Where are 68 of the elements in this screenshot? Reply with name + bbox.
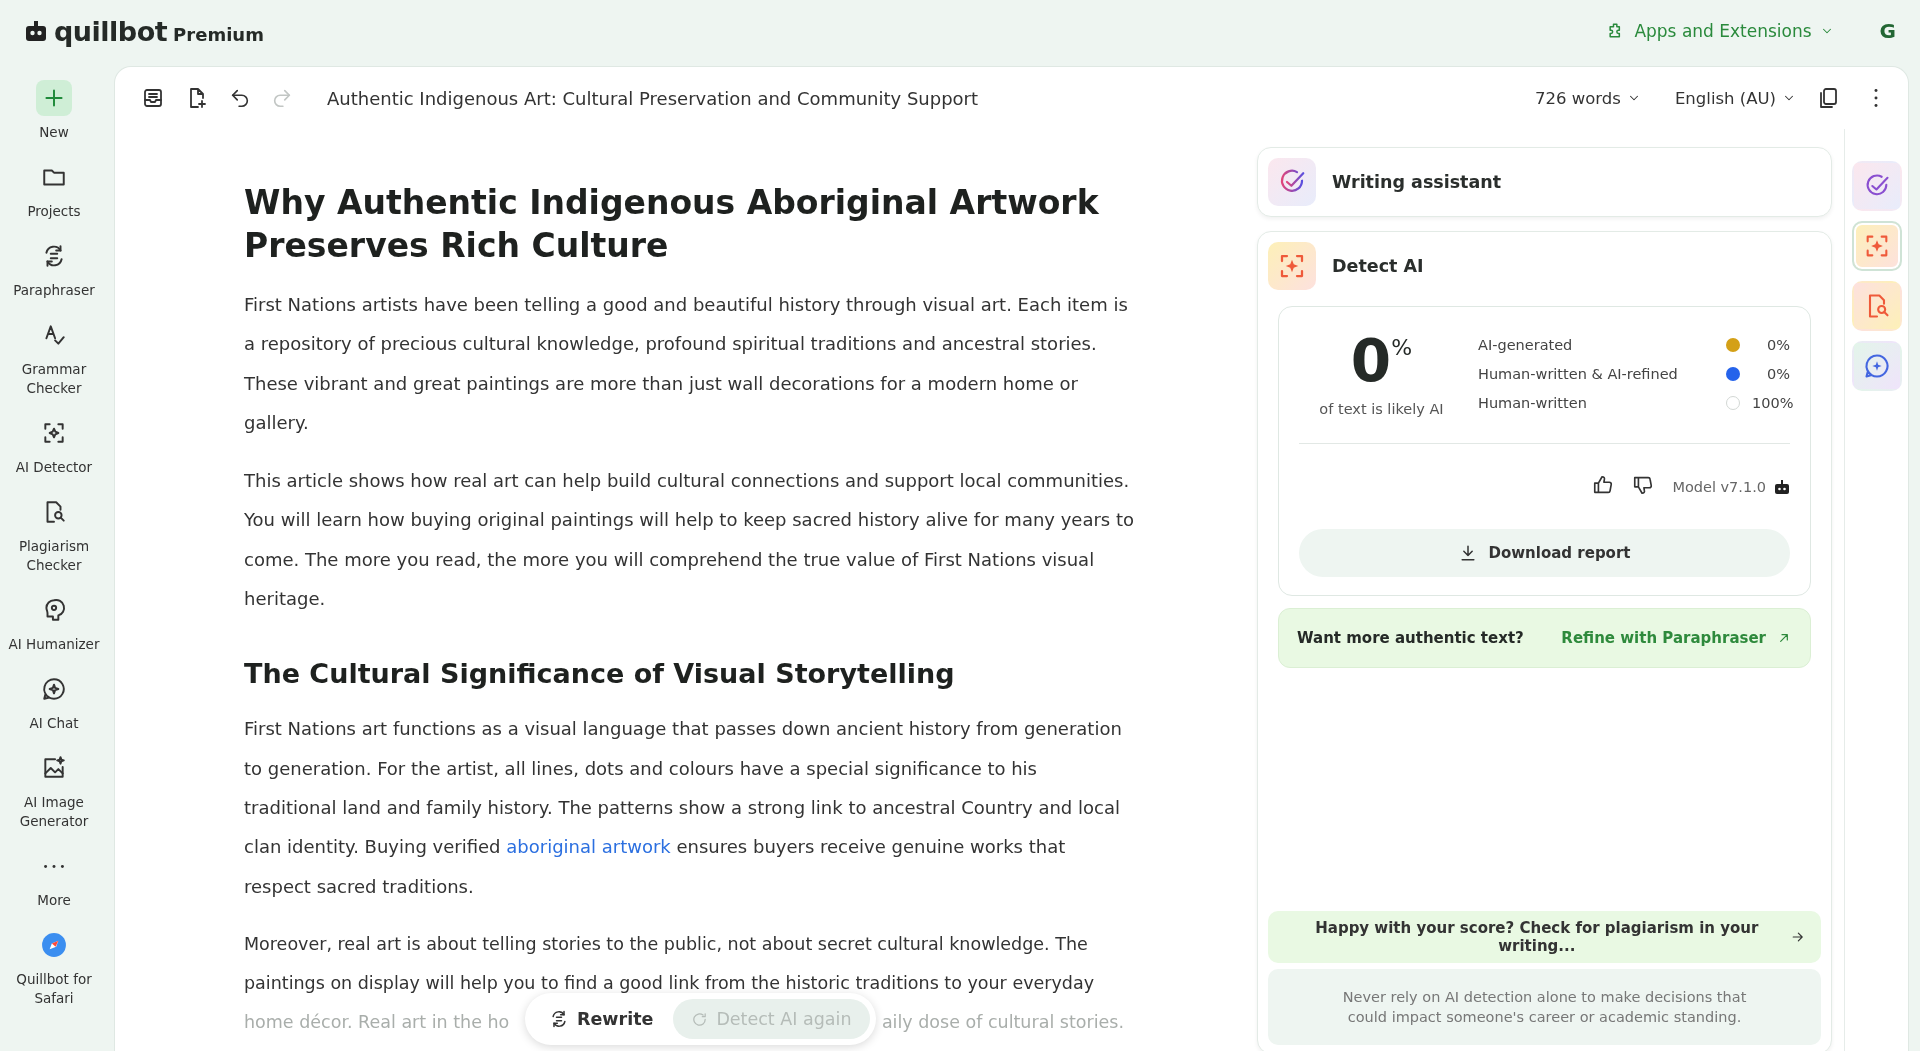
redo-icon (271, 87, 293, 109)
refine-link[interactable]: Refine with Paraphraser (1561, 629, 1792, 647)
kebab-menu-icon (1874, 89, 1878, 107)
article-heading: Why Authentic Indigenous Aboriginal Artwork Preserves Rich Culture (244, 182, 1100, 267)
sidebar-item[interactable]: Projects (2, 159, 106, 221)
sidebar-item[interactable]: AI Image Generator (2, 750, 106, 831)
thumbs-up-icon (1592, 474, 1615, 496)
cycle-arrows-icon (549, 1009, 569, 1029)
document-title: Authentic Indigenous Art: Cultural Preservation and Community Support (327, 87, 979, 109)
brand-name: quillbot (54, 15, 168, 47)
archive-button[interactable] (141, 86, 165, 110)
sidebar-item[interactable]: AI Chat (2, 671, 106, 733)
more-icon (44, 863, 64, 869)
download-report-button[interactable]: Download report (1299, 529, 1790, 577)
undo-button[interactable] (229, 87, 251, 109)
paragraph: First Nations art functions as a visual language that passes down ancient history from generation to generation. For the artist, all lines, dots and colours have a special significance to his traditional land and family history. The patterns show a strong link to ancestral Country and local clan identity. Buying verified aboriginal artwork ensures buyers receive genuine works that respect sacred traditions. (244, 717, 1123, 899)
sidebar-item[interactable]: Quillbot for Safari (2, 927, 106, 1008)
plagiarism-check-banner[interactable]: Happy with your score? Check for plagiarism in your writing... (1268, 911, 1821, 963)
model-version: Model v7.1.0 (1672, 478, 1766, 495)
chat-sparkle-icon (1862, 352, 1891, 380)
paragraph: First Nations artists have been telling a good and beautiful history through visual art. Each item is a repository of precious cultural knowledge, profound spiritual traditions and ancestral stories. These vibrant and great paintings are more than just wall decorations for a modern home or gallery. (244, 293, 1129, 435)
panel-title: Writing assistant (1332, 172, 1502, 192)
thumbs-down-icon (1632, 474, 1655, 496)
apps-extensions-link[interactable]: Apps and Extensions (1600, 20, 1840, 42)
robot-logo-icon (24, 20, 48, 42)
paragraph-line: Moreover, real art is about telling stories to the public, not about secret cultural knowledge. The (244, 932, 1089, 956)
article-link[interactable]: aboriginal artwork (506, 836, 671, 858)
section-heading: The Cultural Significance of Visual Storytelling (244, 658, 956, 690)
tray-icon (141, 86, 165, 110)
tool-tab[interactable] (1851, 161, 1902, 211)
account-avatar[interactable]: G (1879, 19, 1896, 43)
breakdown-label: Human-written & AI-refined (1478, 366, 1679, 382)
refresh-icon (691, 1010, 709, 1028)
sidebar-item[interactable]: More (2, 848, 106, 910)
language-dropdown[interactable]: English (AU) (1674, 88, 1796, 108)
compass-icon (41, 932, 67, 958)
sidebar-item[interactable]: Grammar Checker (2, 317, 106, 398)
paragraph-line: paintings on display will help you to find a good link from the historic traditions to your everyday (244, 972, 1095, 996)
sidebar-item[interactable]: AI Humanizer (2, 592, 106, 654)
disclaimer-text: Never rely on AI detection alone to make decisions that could impact someone's career or academic standing. (1268, 969, 1821, 1045)
plan-label: Premium (173, 23, 264, 45)
image-sparkle-icon (41, 755, 67, 781)
more-options-button[interactable] (1874, 89, 1878, 107)
sidebar-item[interactable]: New (2, 80, 106, 142)
score-caption: of text is likely AI (1319, 401, 1444, 417)
sparkle-frame-icon (41, 420, 67, 446)
breakdown-value: 0% (1766, 337, 1790, 353)
panel-title: Detect AI (1332, 256, 1424, 276)
paragraph: This article shows how real art can help build cultural connections and support local communities. You will learn how buying original paintings will help to keep sacred history alive for many years to come. The more you read, the more you will comprehend the true value of First Nations visual heritage. (244, 469, 1134, 612)
sidebar-item[interactable]: AI Detector (2, 415, 106, 477)
refine-prompt: Want more authentic text? (1297, 629, 1524, 647)
word-count-dropdown[interactable]: 726 words (1535, 88, 1641, 108)
breakdown-label: AI-generated (1478, 337, 1574, 353)
breakdown-value: 0% (1766, 366, 1790, 382)
sidebar-item[interactable]: Paraphraser (2, 238, 106, 300)
undo-icon (229, 87, 251, 109)
chat-sparkle-icon (41, 676, 67, 702)
sidebar-item[interactable]: Plagiarism Checker (2, 494, 106, 575)
score-unit: % (1391, 335, 1413, 360)
faded-text: home décor. Real art in the ho (244, 1011, 510, 1035)
robot-icon (1774, 478, 1790, 495)
score-value: 0 (1350, 331, 1392, 391)
tool-tab[interactable] (1851, 221, 1902, 271)
tool-tab[interactable] (1851, 341, 1902, 391)
rewrite-button[interactable]: Rewrite (539, 1001, 664, 1037)
faded-text: aily dose of cultural stories. (881, 1011, 1124, 1035)
breakdown-label: Human-written (1478, 395, 1588, 411)
tool-tab[interactable] (1851, 281, 1902, 331)
